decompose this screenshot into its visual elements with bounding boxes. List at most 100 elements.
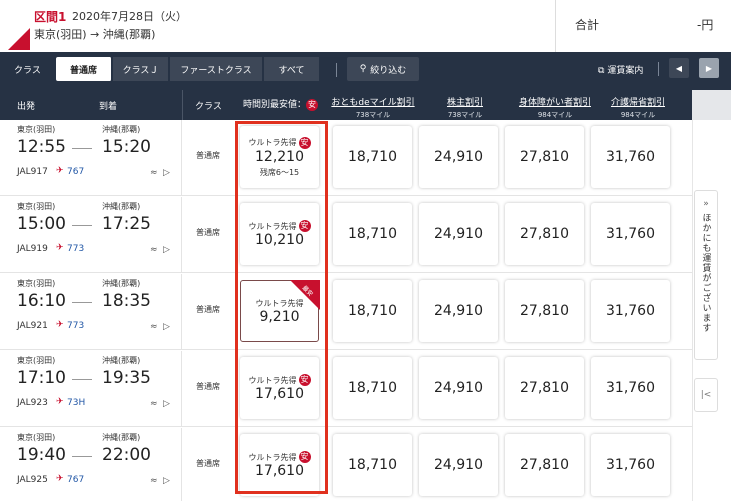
tab-all[interactable]: すべて	[264, 57, 320, 81]
discount-fare-card[interactable]: 18,710	[333, 203, 412, 265]
discount-price: 18,710	[348, 149, 397, 165]
discount-price: 18,710	[348, 457, 397, 473]
arrival-airport: 沖縄(那覇)	[102, 125, 141, 134]
discount-price: 18,710	[348, 303, 397, 319]
wifi-icon: ≈	[150, 476, 158, 486]
discount-fare-card[interactable]: 27,810	[505, 434, 584, 496]
scroll-left-button[interactable]: ◀	[669, 58, 689, 78]
discount-price: 27,810	[520, 457, 569, 473]
departure-airport: 東京(羽田)	[17, 433, 56, 442]
double-chevron-right-icon: »	[703, 199, 709, 209]
departure-time: 17:10	[17, 368, 66, 388]
flight-number: JAL921	[17, 321, 48, 331]
bar-separator	[658, 62, 659, 76]
discount-fare-card[interactable]: 24,910	[419, 280, 498, 342]
arrival-time: 22:00	[102, 445, 151, 465]
route-dash	[72, 148, 92, 149]
tab-economy[interactable]: 普通席	[56, 57, 112, 81]
cheapest-column-highlight	[235, 121, 328, 494]
col-cheapest: 時間別最安値：安	[243, 97, 319, 111]
flight-number: JAL923	[17, 398, 48, 408]
discount-price: 31,760	[606, 226, 655, 242]
discount-fare-card[interactable]: 31,760	[591, 126, 670, 188]
discount-price: 27,810	[520, 226, 569, 242]
discount-price: 24,910	[434, 380, 483, 396]
discount-price: 18,710	[348, 226, 397, 242]
discount-fare-card[interactable]: 24,910	[419, 203, 498, 265]
discount-miles: 984マイル	[620, 111, 656, 119]
discount-fare-card[interactable]: 24,910	[419, 126, 498, 188]
discount-fare-card[interactable]: 27,810	[505, 203, 584, 265]
bar-separator	[336, 63, 337, 77]
aircraft-icon: ✈	[56, 320, 64, 330]
discount-fare-card[interactable]: 27,810	[505, 357, 584, 419]
aircraft-type[interactable]: 773	[67, 321, 84, 331]
col-discount-caregiver[interactable]: 介護帰省割引 984マイル	[600, 95, 676, 120]
col-class: クラス	[195, 102, 222, 112]
discount-fare-card[interactable]: 18,710	[333, 280, 412, 342]
tab-class-j[interactable]: クラスＪ	[113, 57, 169, 81]
discount-price: 24,910	[434, 226, 483, 242]
discount-fare-card[interactable]: 27,810	[505, 280, 584, 342]
fare-info-link[interactable]: ⧉ 運賃案内	[598, 63, 643, 76]
video-icon: ▷	[163, 476, 170, 486]
discount-price: 18,710	[348, 380, 397, 396]
discount-miles: 738マイル	[447, 111, 483, 119]
wifi-icon: ≈	[150, 168, 158, 178]
departure-time: 15:00	[17, 214, 66, 234]
discount-name: 介護帰省割引	[610, 98, 665, 108]
discount-fare-card[interactable]: 31,760	[591, 434, 670, 496]
flight-number: JAL919	[17, 244, 48, 254]
discount-fare-card[interactable]: 24,910	[419, 357, 498, 419]
segment-marker-icon	[8, 28, 30, 50]
arrival-airport: 沖縄(那覇)	[102, 202, 141, 211]
aircraft-icon: ✈	[56, 243, 64, 253]
departure-time: 12:55	[17, 137, 66, 157]
col-discount-shareholder[interactable]: 株主割引 738マイル	[422, 95, 508, 120]
column-divider	[182, 90, 183, 120]
discount-price: 31,760	[606, 149, 655, 165]
arrival-airport: 沖縄(那覇)	[102, 279, 141, 288]
discount-fare-card[interactable]: 31,760	[591, 203, 670, 265]
aircraft-type[interactable]: 767	[67, 475, 84, 485]
collapse-icon: |<	[700, 390, 712, 400]
scroll-right-button[interactable]: ▶	[699, 58, 719, 78]
discount-price: 24,910	[434, 149, 483, 165]
route-dash	[72, 456, 92, 457]
header-divider	[555, 0, 556, 52]
aircraft-type[interactable]: 73H	[67, 398, 85, 408]
departure-time: 16:10	[17, 291, 66, 311]
discount-fare-card[interactable]: 24,910	[419, 434, 498, 496]
discount-fare-card[interactable]: 18,710	[333, 126, 412, 188]
wifi-icon: ≈	[150, 245, 158, 255]
aircraft-icon: ✈	[56, 166, 64, 176]
discount-fare-card[interactable]: 18,710	[333, 357, 412, 419]
arrival-time: 19:35	[102, 368, 151, 388]
col-discount-otomo[interactable]: おともdeマイル割引 738マイル	[330, 95, 416, 120]
video-icon: ▷	[163, 399, 170, 409]
aircraft-type[interactable]: 767	[67, 167, 84, 177]
discount-price: 31,760	[606, 380, 655, 396]
collapse-button[interactable]: |<	[694, 378, 718, 412]
filter-button-label: 絞り込む	[370, 65, 407, 76]
video-icon: ▷	[163, 168, 170, 178]
discount-fare-card[interactable]: 27,810	[505, 126, 584, 188]
col-arrival: 到着	[99, 102, 118, 112]
discount-fare-card[interactable]: 31,760	[591, 357, 670, 419]
route-dash	[72, 379, 92, 380]
aircraft-type[interactable]: 773	[67, 244, 84, 254]
col-departure: 出発	[17, 102, 36, 112]
discount-fare-card[interactable]: 31,760	[591, 280, 670, 342]
more-fares-label: ほかにも運賃がございます	[700, 213, 711, 333]
tab-first-class[interactable]: ファーストクラス	[170, 57, 263, 81]
more-fares-panel[interactable]: » ほかにも運賃がございます	[694, 190, 718, 360]
fare-info-label: 運賃案内	[607, 66, 644, 76]
col-discount-disability[interactable]: 身体障がい者割引 984マイル	[508, 95, 602, 120]
discount-fare-card[interactable]: 18,710	[333, 434, 412, 496]
discount-name: 株主割引	[446, 98, 483, 108]
filter-button[interactable]: ⚲ 絞り込む	[347, 57, 419, 81]
discount-price: 31,760	[606, 303, 655, 319]
discount-price: 24,910	[434, 303, 483, 319]
departure-time: 19:40	[17, 445, 66, 465]
class-label: クラス	[14, 66, 41, 76]
